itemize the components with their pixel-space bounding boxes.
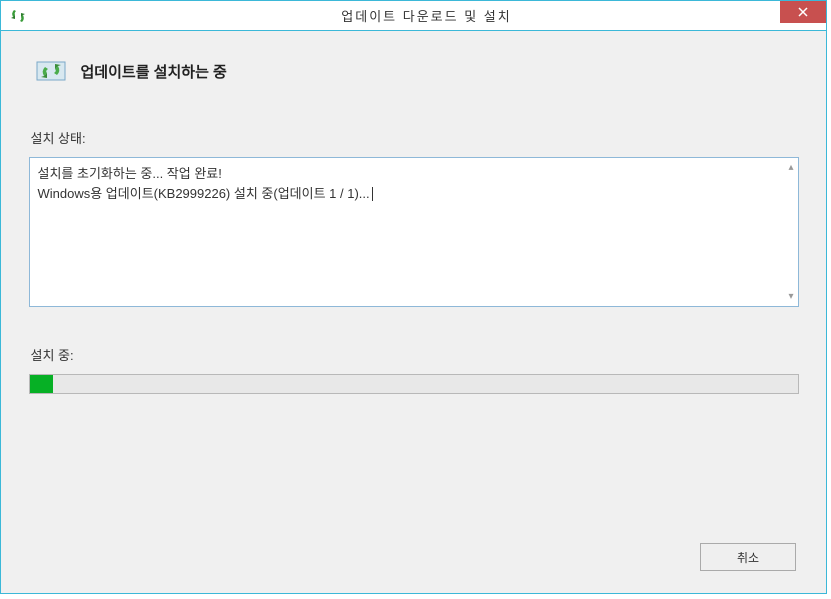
progress-bar — [29, 374, 799, 394]
scroll-down-icon: ▾ — [788, 291, 793, 302]
button-row: 취소 — [700, 543, 796, 571]
main-panel: 업데이트를 설치하는 중 설치 상태: 설치를 초기화하는 중... 작업 완료… — [29, 51, 799, 593]
progress-label: 설치 중: — [31, 345, 799, 364]
cancel-button[interactable]: 취소 — [700, 543, 796, 571]
progress-fill — [30, 375, 53, 393]
status-label: 설치 상태: — [31, 128, 799, 147]
close-icon — [798, 7, 808, 17]
window-title: 업데이트 다운로드 및 설치 — [27, 6, 826, 25]
header-row: 업데이트를 설치하는 중 — [29, 59, 799, 83]
update-installer-window: 업데이트 다운로드 및 설치 업데이트를 설치하는 중 — [0, 0, 827, 594]
status-line-2: Windows용 업데이트(KB2999226) 설치 중(업데이트 1 / 1… — [38, 184, 790, 204]
update-icon — [35, 59, 67, 83]
status-textbox[interactable]: 설치를 초기화하는 중... 작업 완료! Windows용 업데이트(KB29… — [29, 157, 799, 307]
status-line-1: 설치를 초기화하는 중... 작업 완료! — [38, 164, 790, 184]
content-area: 업데이트를 설치하는 중 설치 상태: 설치를 초기화하는 중... 작업 완료… — [1, 31, 826, 593]
app-icon — [9, 7, 27, 25]
titlebar: 업데이트 다운로드 및 설치 — [1, 1, 826, 31]
close-button[interactable] — [780, 1, 826, 23]
scroll-up-icon: ▴ — [788, 162, 793, 173]
header-title: 업데이트를 설치하는 중 — [81, 61, 227, 82]
